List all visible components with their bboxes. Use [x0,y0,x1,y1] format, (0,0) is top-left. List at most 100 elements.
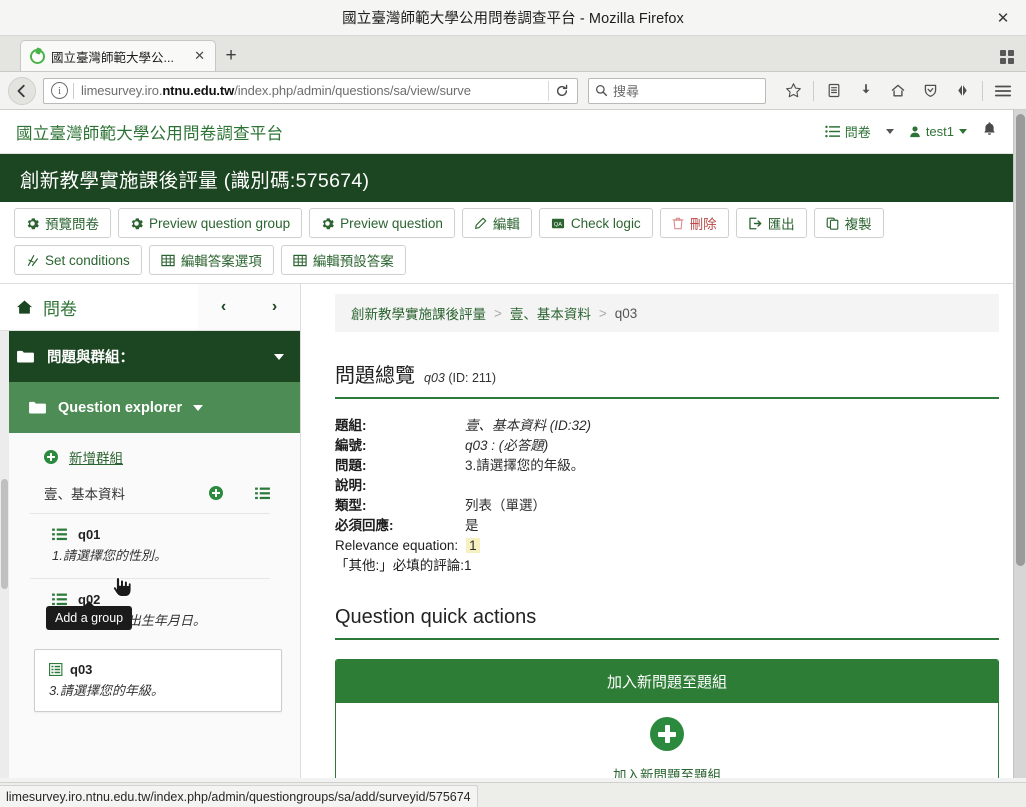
add-question-icon[interactable] [209,486,223,500]
question-toolbar: 預覽問卷 Preview question group Preview ques… [0,202,1013,284]
quick-actions-heading: Question quick actions [335,606,537,628]
set-conditions-button[interactable]: Set conditions [14,245,142,275]
group-list-icon[interactable] [255,487,270,500]
shield-icon[interactable] [915,77,945,105]
plugin-icon[interactable] [947,77,977,105]
page-scrollbar[interactable] [1013,110,1026,778]
button-label: 編輯 [492,217,520,232]
button-label: 編輯答案選項 [180,254,262,269]
button-label: 刪除 [689,217,717,232]
button-label: Preview question group [149,215,291,231]
overview-row: 題組: 壹、基本資料 (ID:32) [335,416,999,436]
question-code: q01 [78,527,101,542]
quick-actions-panel-body[interactable]: 加入新問題至題組 [336,703,998,778]
overview-row-label: 編號: [335,438,367,453]
overview-row: 類型: 列表（單選） [335,496,999,516]
breadcrumb-survey[interactable]: 創新教學實施課後評量 [351,303,486,323]
sidebar-prev-button[interactable]: ‹ [198,284,249,331]
sidebar-next-button[interactable]: › [249,284,300,331]
breadcrumb-separator: > [494,305,502,321]
sidebar-question-q01[interactable]: q01 1.請選擇您的性別。 [0,514,300,578]
sidebar-header-left[interactable]: 問卷 [0,295,77,320]
browser-tab[interactable]: 國立臺灣師範大學公... ✕ [20,40,216,71]
sidebar-questions-groups-header[interactable]: 問題與群組： [0,331,300,382]
relevance-value-wrap: 1 [466,536,999,556]
list-alt-icon [49,663,63,677]
back-button[interactable] [8,76,36,105]
delete-question-button[interactable]: 刪除 [659,208,729,238]
tab-close-icon[interactable]: ✕ [191,48,208,64]
window-close-button[interactable]: ✕ [990,7,1016,29]
tab-title: 國立臺灣師範大學公... [51,50,174,65]
sidebar-add-group-link[interactable]: 新增群組 [69,447,123,467]
overview-row-value [465,476,999,496]
sidebar-question-explorer[interactable]: Question explorer [0,382,300,433]
page-scrollbar-thumb[interactable] [1016,114,1025,566]
export-icon [748,217,762,230]
home-icon[interactable] [883,77,913,105]
sidebar-question-q03[interactable]: q03 3.請選擇您的年級。 [34,649,282,712]
trash-icon [672,217,684,230]
notifications-bell-icon[interactable] [982,121,997,142]
sidebar-header-title: 問卷 [43,299,77,319]
search-bar[interactable]: 搜尋 [588,77,766,104]
scrollbar-thumb[interactable] [1,479,8,589]
surveys-caret-down-icon[interactable] [885,129,894,134]
table-icon [293,254,307,267]
chevron-down-icon[interactable] [193,404,204,411]
overview-row-value: 列表（單選） [465,498,546,513]
question-overview-title: 問題總覽 q03 (ID: 211) [335,359,999,399]
site-info-icon[interactable]: i [51,82,68,99]
export-question-button[interactable]: 匯出 [735,208,807,238]
button-label: Set conditions [45,252,130,268]
surveys-menu[interactable]: 問卷 [825,122,871,141]
hamburger-menu-icon[interactable] [988,77,1018,105]
site-favicon-icon [30,48,45,64]
list-icon [52,528,67,541]
breadcrumb-question: q03 [614,305,638,321]
overview-row: 說明: [335,476,999,496]
sidebar-group-list: 新增群組 壹、基本資料 q01 1.請選擇您的性別。 q02 q03 3.請選擇… [0,433,300,712]
check-logic-button[interactable]: QA Check logic [538,208,653,238]
surveys-menu-label: 問卷 [844,125,871,140]
preview-question-group-button[interactable]: Preview question group [118,208,303,238]
tab-grid-icon[interactable] [1000,50,1014,64]
sidebar-group-row[interactable]: 壹、基本資料 [0,477,300,513]
edit-question-button[interactable]: 編輯 [461,208,532,238]
sidebar-question-q02[interactable]: q02 2.請選擇您的出生年月日。 [0,579,300,643]
button-label: Preview question [340,215,443,231]
overview-row-value: q03 : (必答題) [465,438,549,453]
library-icon[interactable] [819,77,849,105]
toolbar-row-2: Set conditions 編輯答案選項 編輯預設答案 [14,245,999,275]
overview-heading: 問題總覽 [335,365,415,387]
browser-navbar: i limesurvey.iro.ntnu.edu.tw/index.php/a… [0,72,1026,110]
preview-survey-button[interactable]: 預覽問卷 [14,208,111,238]
question-top: q03 [49,662,271,677]
chevron-down-icon[interactable] [274,353,284,360]
edit-answer-options-button[interactable]: 編輯答案選項 [148,245,274,275]
copy-question-button[interactable]: 複製 [813,208,884,238]
sidebar-group-name: 壹、基本資料 [44,487,125,502]
app-topbar: 國立臺灣師範大學公用問卷調查平台 問卷 test1 [0,110,1013,154]
breadcrumb-group[interactable]: 壹、基本資料 [510,303,591,323]
preview-question-button[interactable]: Preview question [309,208,455,238]
quick-actions-title: Question quick actions [335,606,999,640]
question-text: 1.請選擇您的性別。 [52,548,167,563]
gear-icon [321,217,334,230]
downloads-icon[interactable] [851,77,881,105]
question-code: q03 [70,662,93,677]
quick-actions-panel-label[interactable]: 加入新問題至題組 [336,764,998,778]
url-bar[interactable]: i limesurvey.iro.ntnu.edu.tw/index.php/a… [43,77,578,104]
edit-default-answers-button[interactable]: 編輯預設答案 [280,245,406,275]
add-question-plus-icon[interactable] [650,717,684,751]
new-tab-button[interactable]: + [216,41,246,71]
sidebar-add-group-row[interactable]: 新增群組 [0,433,300,477]
sidebar-scrollbar[interactable] [0,331,9,778]
overview-row-label: 說明: [335,478,367,493]
overview-row: 必須回應: 是 [335,516,999,536]
reload-icon[interactable] [548,80,574,101]
user-menu[interactable]: test1 [909,124,967,139]
user-caret-down-icon[interactable] [959,129,967,134]
bookmark-star-icon[interactable] [778,77,808,105]
list-icon [825,125,840,138]
